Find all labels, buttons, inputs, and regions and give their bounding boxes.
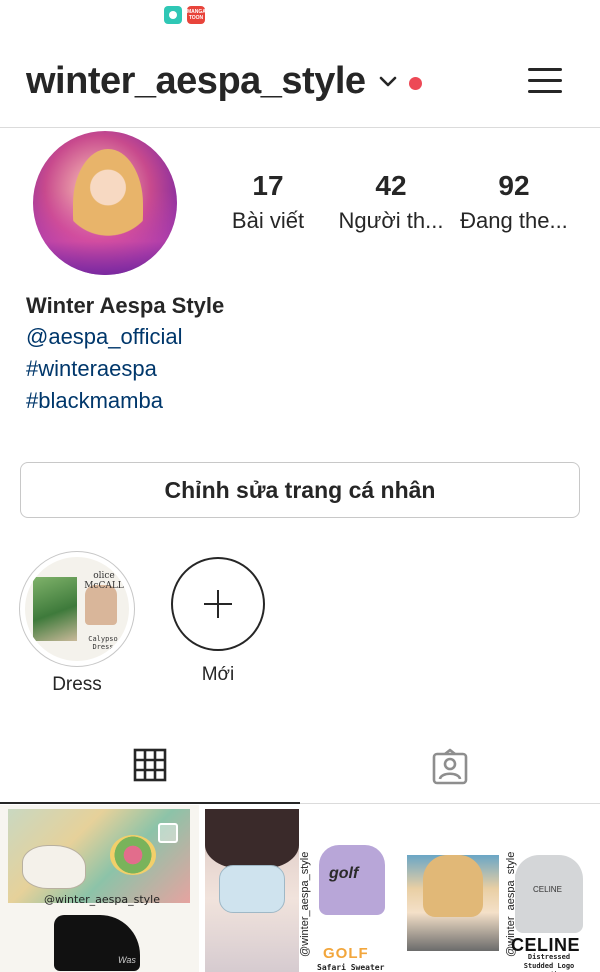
manga-toon-icon: MANGA TOON [187,6,206,24]
highlight-label: Mới [201,664,235,685]
chat-bubble-icon [164,6,182,24]
grid-post[interactable]: @winter_aespa_style CELINE CELINE Distre… [401,805,600,972]
posts-label: Bài viết [231,208,305,233]
grid-icon [133,748,167,782]
cover-brand-text: olice McCALL [84,571,124,591]
posts-count: 17 [252,170,284,201]
post-photo-mask [219,865,285,913]
tagged-person-icon [432,748,468,785]
posts-stat: 17 Bài viết [208,170,328,234]
post-sweater-text: golf [329,865,359,882]
post-caption: Distressed Studded Logo Hoodie [523,953,575,972]
post-hoodie [515,855,583,933]
post-brand: GOLF [323,945,369,962]
post-shoe-text: Was [118,955,136,965]
following-label: Đang the... [460,208,568,233]
highlight-dress[interactable]: olice McCALL Calypso Dress Dress [19,551,135,696]
profile-header: winter_aespa_style [0,34,600,128]
edit-profile-button[interactable]: Chỉnh sửa trang cá nhân [20,462,580,518]
multi-post-icon [158,823,178,843]
following-stat[interactable]: 92 Đang the... [454,170,574,234]
posts-grid: @winter_aespa_style Was @winter_aespa_st… [0,805,600,972]
chevron-down-icon[interactable] [378,74,398,90]
tab-tagged[interactable] [300,730,600,804]
post-watermark: @winter_aespa_style [44,893,160,906]
profile-avatar[interactable] [33,131,177,275]
grid-post[interactable]: @winter_aespa_style golf GOLF Safari Swe… [201,805,399,972]
cover-caption-text: Calypso Dress [88,635,118,651]
profile-tabs [0,730,600,804]
plus-icon [204,590,232,618]
post-caption: Safari Sweater [317,963,385,972]
notification-dot [409,77,422,90]
tab-posts-grid[interactable] [0,730,300,804]
grid-post[interactable]: @winter_aespa_style Was [0,805,199,972]
bio-hashtag-link[interactable]: #blackmamba [26,388,224,420]
username-switcher[interactable]: winter_aespa_style [26,60,366,103]
following-count: 92 [498,170,530,201]
highlight-cover-image: olice McCALL Calypso Dress [25,557,129,661]
new-highlight-circle[interactable] [171,557,265,651]
display-name: Winter Aespa Style [26,293,225,318]
post-watermark: @winter_aespa_style [299,851,311,957]
hamburger-menu-icon[interactable] [528,66,564,96]
bio-hashtag-link[interactable]: #winteraespa [26,356,224,388]
status-bar: MANGA TOON [0,0,600,34]
followers-label: Người th... [338,208,444,233]
profile-bio: Winter Aespa Style @aespa_official #wint… [26,293,224,420]
highlight-ring: olice McCALL Calypso Dress [19,551,135,667]
post-flowers [110,835,156,875]
avatar-portrait [73,149,143,259]
post-photo-hair [205,809,299,869]
cover-dress [85,585,117,625]
followers-count: 42 [375,170,407,201]
new-highlight[interactable]: Mới [160,551,276,686]
post-cat-drawing [22,845,86,889]
post-hoodie-text: CELINE [533,885,562,894]
followers-stat[interactable]: 42 Người th... [331,170,451,234]
bio-mention-link[interactable]: @aespa_official [26,324,224,356]
post-photo-hair [423,855,483,917]
highlight-label: Dress [52,674,102,695]
cover-photo [33,577,77,641]
